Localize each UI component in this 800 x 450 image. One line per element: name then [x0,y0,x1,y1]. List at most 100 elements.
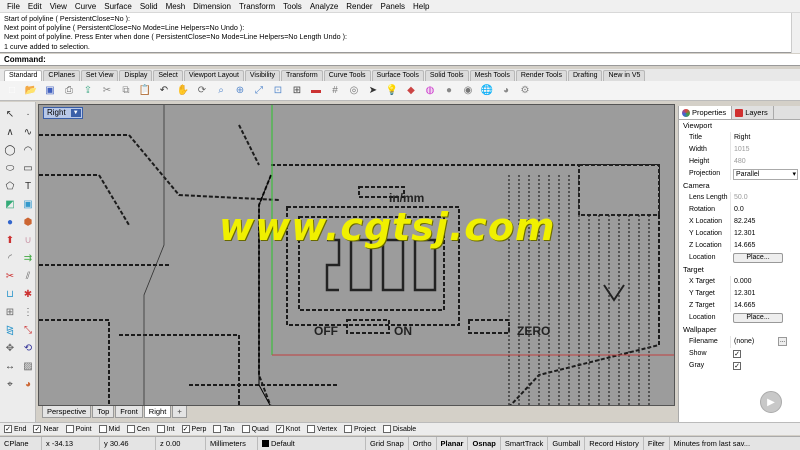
osnap-checkbox[interactable]: ✓ [33,425,42,433]
viewport-tab-front[interactable]: Front [115,406,143,418]
copy-icon[interactable]: ⧉ [118,83,134,99]
tab-select[interactable]: Select [153,70,183,81]
menu-item-render[interactable]: Render [342,0,376,13]
zoom-extents-icon[interactable]: ⤢ [251,83,267,99]
tab-properties[interactable]: Properties [679,106,733,119]
menu-item-tools[interactable]: Tools [279,0,306,13]
polygon-icon[interactable]: ⬠ [2,178,18,194]
tab-render-tools[interactable]: Render Tools [515,70,567,81]
osnap-point[interactable]: Point [65,425,92,433]
box-icon[interactable]: ▣ [20,196,36,212]
osnap-checkbox[interactable]: ✓ [4,425,12,433]
viewport-menu-icon[interactable]: ▼ [70,109,81,117]
target-value[interactable]: 14.665 [730,300,800,312]
status-ortho[interactable]: Ortho [409,436,437,450]
history-scrollbar[interactable] [791,13,800,53]
select-arrow-icon[interactable]: ↖ [2,106,18,122]
menu-item-view[interactable]: View [46,0,71,13]
tab-mesh-tools[interactable]: Mesh Tools [469,70,515,81]
tab-display[interactable]: Display [119,70,153,81]
curve-icon[interactable]: ∿ [20,124,36,140]
browse-button[interactable]: ... [778,337,787,346]
rotate-icon[interactable]: ⟲ [20,340,36,356]
group-icon[interactable]: ⊞ [2,304,18,320]
viewport-value[interactable]: Right [730,132,800,144]
tab-drafting[interactable]: Drafting [567,70,603,81]
osnap-checkbox[interactable] [307,425,316,433]
menu-item-panels[interactable]: Panels [377,0,409,13]
viewport-tab-right[interactable]: Right [143,406,172,418]
viewport-value[interactable]: Parallel [730,168,800,180]
rectangle-icon[interactable]: ▭ [20,160,36,176]
menu-item-surface[interactable]: Surface [100,0,136,13]
status-grid-snap[interactable]: Grid Snap [366,436,409,450]
osnap-tan[interactable]: Tan [213,425,235,433]
camera-value[interactable]: 82.245 [730,216,800,228]
camera-place-button[interactable]: Place... [733,253,783,263]
color-wheel-icon[interactable]: ◍ [422,83,438,99]
menu-item-transform[interactable]: Transform [235,0,279,13]
grid-icon[interactable]: # [327,83,343,99]
dimension-icon[interactable]: ↔ [2,358,18,374]
point-icon[interactable]: · [20,106,36,122]
rotate-view-icon[interactable]: ⟳ [194,83,210,99]
projection-select[interactable]: Parallel [733,169,798,180]
paste-icon[interactable]: 📋 [137,83,153,99]
status-filter[interactable]: Filter [644,436,670,450]
tab-set-view[interactable]: Set View [80,70,119,81]
target-value[interactable]: 12.301 [730,288,800,300]
osnap-checkbox[interactable] [382,425,391,433]
viewport-tab-top[interactable]: Top [92,406,115,418]
osnap-checkbox[interactable] [65,425,74,433]
zoom-selected-icon[interactable]: ⊡ [270,83,286,99]
osnap-knot[interactable]: ✓ Knot [275,425,300,433]
boolean-icon[interactable]: ∪ [20,232,36,248]
circle-icon[interactable]: ◯ [2,142,18,158]
car-icon[interactable]: ▬ [308,83,324,99]
osnap-perp[interactable]: ✓ Perp [181,425,206,433]
wallpaper-gray-checkbox[interactable]: ✓ [733,362,741,370]
tab-standard[interactable]: Standard [4,70,43,81]
surface-icon[interactable]: ◩ [2,196,18,212]
zoom-icon[interactable]: ⊕ [232,83,248,99]
status-gumball[interactable]: Gumball [548,436,586,450]
osnap-checkbox[interactable] [156,425,165,433]
split-icon[interactable]: ⫽ [20,268,36,284]
command-input[interactable]: Command: [0,54,800,66]
hatch-icon[interactable]: ▨ [20,358,36,374]
menu-item-dimension[interactable]: Dimension [189,0,235,13]
osnap-mid[interactable]: Mid [98,425,120,433]
four-views-icon[interactable]: ⊞ [289,83,305,99]
cylinder-icon[interactable]: ⬢ [20,214,36,230]
osnap-checkbox[interactable] [241,425,250,433]
mirror-icon[interactable]: ⧎ [2,322,18,338]
tab-layers[interactable]: Layers [732,106,774,119]
fillet-icon[interactable]: ◜ [2,250,18,266]
play-icon[interactable]: ▶ [760,391,782,413]
tab-cplanes[interactable]: CPlanes [43,70,80,81]
status-units[interactable]: Millimeters [206,436,258,450]
menu-item-curve[interactable]: Curve [71,0,100,13]
osnap-checkbox[interactable] [344,425,353,433]
osnap-checkbox[interactable]: ✓ [181,425,190,433]
tab-curve-tools[interactable]: Curve Tools [323,70,371,81]
osnap-checkbox[interactable] [213,425,222,433]
add-viewport-tab-icon[interactable]: + [172,406,187,418]
osnap-icon[interactable]: ◎ [346,83,362,99]
render-icon[interactable]: ◕ [20,376,36,392]
status-osnap[interactable]: Osnap [468,436,501,450]
zoom-window-icon[interactable]: ⌕ [213,83,229,99]
status-planar[interactable]: Planar [437,436,469,450]
status-layer[interactable]: Default [258,436,366,450]
arc-icon[interactable]: ◠ [20,142,36,158]
tab-viewport-layout[interactable]: Viewport Layout [183,70,244,81]
wallpaper-show-checkbox[interactable]: ✓ [733,350,741,358]
tab-new-in-v5[interactable]: New in V5 [603,70,646,81]
select-icon[interactable]: ➤ [365,83,381,99]
menu-item-mesh[interactable]: Mesh [162,0,190,13]
camera-value[interactable]: 14.665 [730,240,800,252]
viewport-title-label[interactable]: Right ▼ [43,107,83,119]
target-value[interactable]: 0.000 [730,276,800,288]
print-icon[interactable]: ⎙ [61,83,77,99]
osnap-checkbox[interactable] [126,425,135,433]
